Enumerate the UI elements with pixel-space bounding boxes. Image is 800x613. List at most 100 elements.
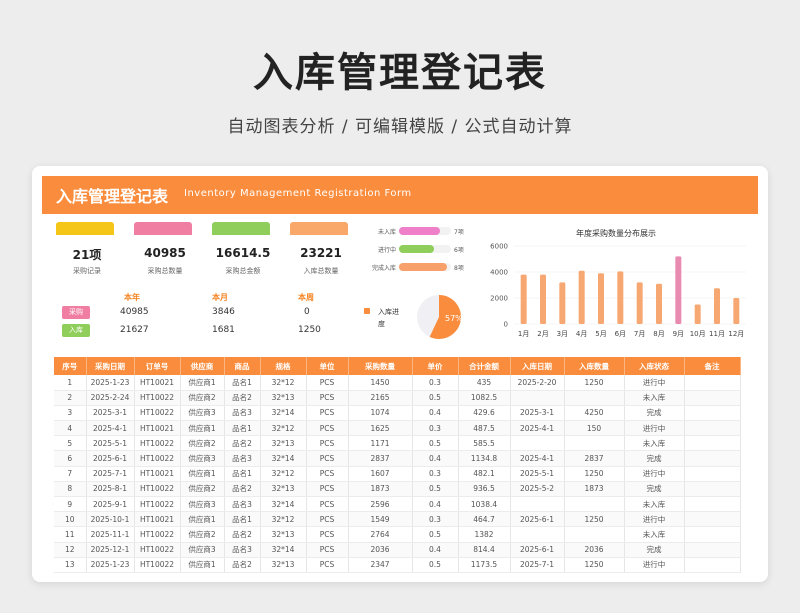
- column-header[interactable]: 合计金额: [458, 357, 511, 375]
- column-header[interactable]: 入库数量: [564, 357, 625, 375]
- table-cell[interactable]: [510, 435, 565, 452]
- table-cell[interactable]: 9: [54, 496, 87, 513]
- table-cell[interactable]: 32*14: [260, 405, 307, 422]
- table-cell[interactable]: 32*13: [260, 435, 307, 452]
- table-cell[interactable]: 品名2: [224, 435, 261, 452]
- table-cell[interactable]: [684, 450, 741, 467]
- table-cell[interactable]: 品名3: [224, 405, 261, 422]
- table-cell[interactable]: 32*14: [260, 542, 307, 558]
- table-cell[interactable]: 品名1: [224, 375, 261, 391]
- table-cell[interactable]: 供应商3: [180, 450, 225, 467]
- table-row[interactable]: 4 2025-4-1 HT10021 供应商1 品名1 32*12 PCS 1625 0.3 48…: [54, 420, 741, 437]
- table-cell[interactable]: 0.3: [412, 375, 459, 391]
- table-row[interactable]: 6 2025-6-1 HT10022 供应商3 品名3 32*14 PCS 2837 0.4 11…: [54, 450, 741, 467]
- bar-4月[interactable]: [578, 270, 585, 324]
- bar-7月[interactable]: [636, 282, 643, 324]
- table-cell[interactable]: 供应商2: [180, 435, 225, 452]
- column-header[interactable]: 入库日期: [510, 357, 565, 375]
- table-cell[interactable]: 936.5: [458, 481, 511, 498]
- table-cell[interactable]: [510, 390, 565, 406]
- table-cell[interactable]: 完成: [624, 450, 685, 467]
- table-cell[interactable]: 供应商1: [180, 511, 225, 528]
- bar-12月[interactable]: [733, 298, 740, 324]
- table-cell[interactable]: 0.4: [412, 496, 459, 513]
- table-cell[interactable]: 1171: [348, 435, 413, 452]
- table-cell[interactable]: 2025-6-1: [86, 450, 135, 467]
- table-cell[interactable]: 1250: [564, 375, 625, 391]
- table-cell[interactable]: 32*12: [260, 375, 307, 391]
- table-cell[interactable]: PCS: [306, 542, 349, 558]
- table-cell[interactable]: 0.5: [412, 526, 459, 543]
- table-cell[interactable]: 0.5: [412, 435, 459, 452]
- table-cell[interactable]: 供应商1: [180, 557, 225, 573]
- table-row[interactable]: 7 2025-7-1 HT10021 供应商1 品名1 32*12 PCS 1607 0.3 48…: [54, 466, 741, 482]
- table-cell[interactable]: [684, 526, 741, 543]
- table-cell[interactable]: 供应商1: [180, 466, 225, 482]
- table-cell[interactable]: 供应商2: [180, 481, 225, 498]
- table-cell[interactable]: 1082.5: [458, 390, 511, 406]
- table-cell[interactable]: 1134.8: [458, 450, 511, 467]
- table-cell[interactable]: 2025-4-1: [86, 420, 135, 437]
- table-cell[interactable]: 品名1: [224, 511, 261, 528]
- column-header[interactable]: 备注: [684, 357, 741, 375]
- table-cell[interactable]: PCS: [306, 481, 349, 498]
- table-cell[interactable]: [510, 496, 565, 513]
- table-cell[interactable]: [564, 526, 625, 543]
- bar-3月[interactable]: [559, 282, 566, 324]
- table-row[interactable]: 11 2025-11-1 HT10022 供应商2 品名2 32*13 PCS 2764 0.5…: [54, 526, 741, 543]
- table-cell[interactable]: 1450: [348, 375, 413, 391]
- table-cell[interactable]: 2025-6-1: [510, 511, 565, 528]
- table-cell[interactable]: 2025-12-1: [86, 542, 135, 558]
- table-cell[interactable]: [684, 496, 741, 513]
- table-cell[interactable]: 32*14: [260, 450, 307, 467]
- table-cell[interactable]: [684, 435, 741, 452]
- table-cell[interactable]: 0.3: [412, 466, 459, 482]
- table-cell[interactable]: 429.6: [458, 405, 511, 422]
- table-cell[interactable]: 814.4: [458, 542, 511, 558]
- table-cell[interactable]: 未入库: [624, 390, 685, 406]
- table-cell[interactable]: 1625: [348, 420, 413, 437]
- table-cell[interactable]: 品名2: [224, 526, 261, 543]
- table-cell[interactable]: 2596: [348, 496, 413, 513]
- table-cell[interactable]: 32*12: [260, 511, 307, 528]
- table-cell[interactable]: 供应商1: [180, 420, 225, 437]
- table-cell[interactable]: 1250: [564, 557, 625, 573]
- table-cell[interactable]: 2025-4-1: [510, 450, 565, 467]
- table-cell[interactable]: 8: [54, 481, 87, 498]
- table-cell[interactable]: 2: [54, 390, 87, 406]
- table-cell[interactable]: [564, 435, 625, 452]
- table-cell[interactable]: PCS: [306, 405, 349, 422]
- table-cell[interactable]: HT10022: [134, 390, 181, 406]
- table-cell[interactable]: HT10022: [134, 557, 181, 573]
- table-cell[interactable]: 1873: [348, 481, 413, 498]
- table-cell[interactable]: 进行中: [624, 420, 685, 437]
- table-cell[interactable]: [684, 511, 741, 528]
- table-cell[interactable]: 0.4: [412, 450, 459, 467]
- table-cell[interactable]: PCS: [306, 511, 349, 528]
- table-cell[interactable]: HT10022: [134, 450, 181, 467]
- table-row[interactable]: 5 2025-5-1 HT10022 供应商2 品名2 32*13 PCS 1171 0.5 58…: [54, 435, 741, 452]
- table-cell[interactable]: 品名3: [224, 496, 261, 513]
- bar-11月[interactable]: [714, 288, 720, 324]
- table-cell[interactable]: 3: [54, 405, 87, 422]
- bar-1月[interactable]: [520, 274, 527, 324]
- table-cell[interactable]: 未入库: [624, 526, 685, 543]
- column-header[interactable]: 商品: [224, 357, 261, 375]
- table-cell[interactable]: 5: [54, 435, 87, 452]
- table-cell[interactable]: 供应商3: [180, 496, 225, 513]
- table-cell[interactable]: 32*14: [260, 496, 307, 513]
- table-cell[interactable]: 1038.4: [458, 496, 511, 513]
- table-cell[interactable]: 464.7: [458, 511, 511, 528]
- table-cell[interactable]: 0.4: [412, 542, 459, 558]
- table-cell[interactable]: [684, 557, 741, 573]
- table-row[interactable]: 9 2025-9-1 HT10022 供应商3 品名3 32*14 PCS 2596 0.4 10…: [54, 496, 741, 513]
- table-cell[interactable]: HT10022: [134, 526, 181, 543]
- table-cell[interactable]: PCS: [306, 526, 349, 543]
- table-cell[interactable]: 2025-7-1: [510, 557, 565, 573]
- table-cell[interactable]: 0.3: [412, 511, 459, 528]
- table-cell[interactable]: 完成: [624, 481, 685, 498]
- table-cell[interactable]: 435: [458, 375, 511, 391]
- table-cell[interactable]: 供应商1: [180, 375, 225, 391]
- column-header[interactable]: 入库状态: [624, 357, 685, 375]
- table-cell[interactable]: PCS: [306, 466, 349, 482]
